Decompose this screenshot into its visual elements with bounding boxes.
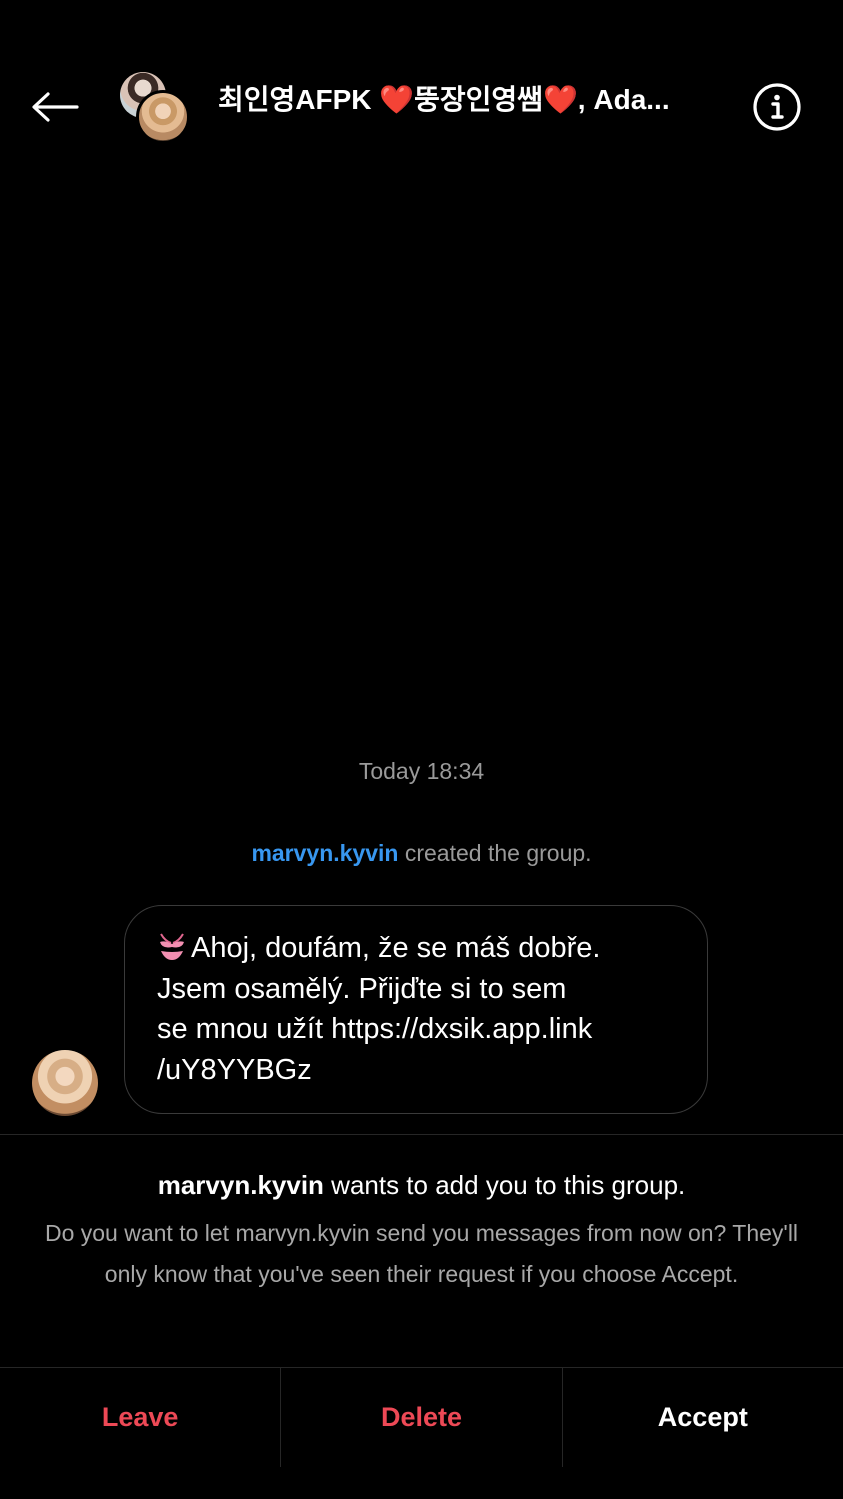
request-description: Do you want to let marvyn.kyvin send you…: [44, 1220, 799, 1287]
group-created-notice: marvyn.kyvin created the group.: [0, 840, 843, 867]
chat-header: 최인영AFPK ❤️뚱장인영쌤❤️, Ada...: [0, 60, 843, 156]
message-line: Ahoj, doufám, že se máš dobře.: [157, 928, 677, 969]
message-text-line-4: /uY8YYBGz: [157, 1053, 312, 1086]
message-bubble[interactable]: Ahoj, doufám, že se máš dobře. Jsem osam…: [124, 905, 708, 1114]
message-timestamp: Today 18:34: [358, 758, 485, 784]
creator-username-link[interactable]: marvyn.kyvin: [251, 840, 398, 866]
request-title: marvyn.kyvin wants to add you to this gr…: [0, 1170, 843, 1201]
group-created-text: created the group.: [398, 840, 592, 866]
message-text-line-2: Jsem osamělý. Přijďte si to sem: [157, 972, 567, 1005]
request-title-text: wants to add you to this group.: [323, 1170, 686, 1200]
message-text-line-1: Ahoj, doufám, že se máš dobře.: [191, 932, 601, 964]
bikini-emoji-icon: [160, 933, 184, 960]
group-title[interactable]: 최인영AFPK ❤️뚱장인영쌤❤️, Ada...: [218, 82, 698, 118]
arrow-left-icon: [32, 92, 79, 122]
group-avatar[interactable]: [120, 72, 190, 144]
info-button[interactable]: [752, 82, 802, 132]
requester-username: marvyn.kyvin: [157, 1170, 324, 1200]
sender-avatar[interactable]: [32, 1050, 98, 1116]
request-divider: [0, 1134, 843, 1135]
message-text-line-3: se mnou užít https://dxsik.app.link: [157, 1013, 593, 1045]
request-actions: Leave Delete Accept: [0, 1367, 843, 1467]
delete-button[interactable]: Delete: [280, 1368, 561, 1467]
accept-button[interactable]: Accept: [561, 1368, 843, 1467]
leave-button[interactable]: Leave: [0, 1368, 280, 1467]
back-button[interactable]: [22, 82, 88, 132]
member-avatar: [136, 90, 190, 144]
info-circle-icon: [753, 83, 801, 131]
